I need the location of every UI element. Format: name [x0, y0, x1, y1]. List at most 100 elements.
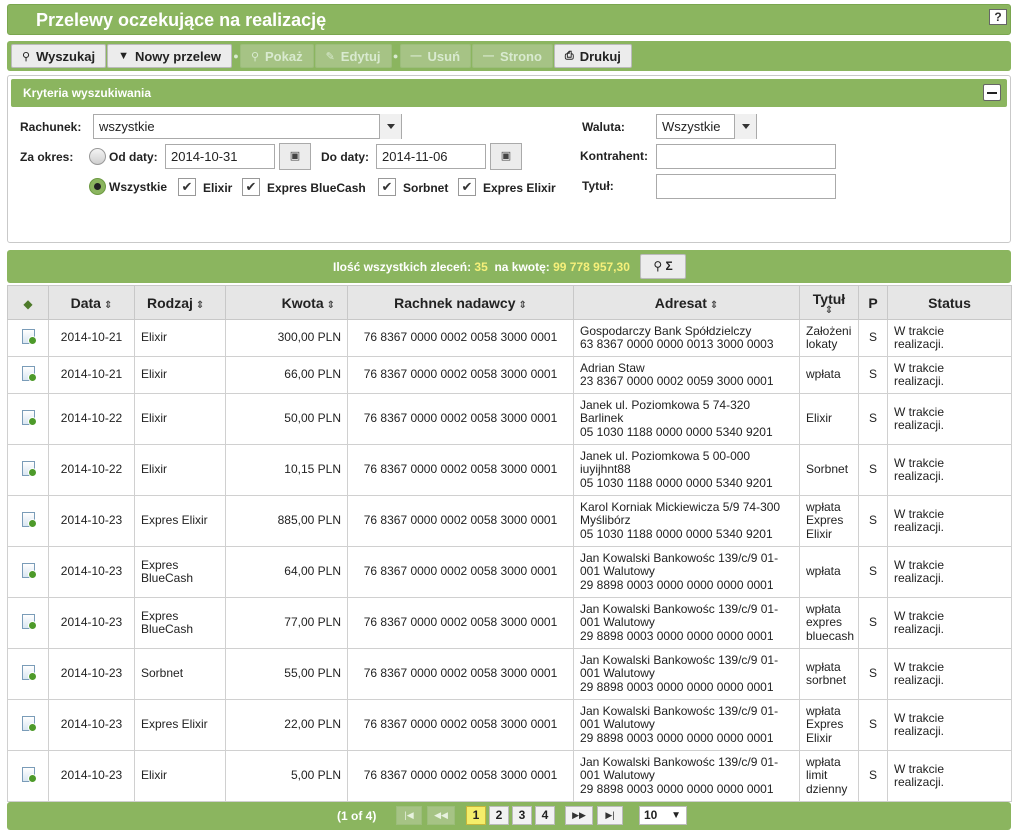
document-icon[interactable] [21, 365, 37, 382]
document-icon[interactable] [21, 664, 37, 681]
document-icon[interactable] [21, 715, 37, 732]
document-icon[interactable] [21, 409, 37, 426]
status-cell-line: realizacji. [894, 374, 945, 388]
row-icon-cell[interactable] [7, 546, 49, 598]
row-icon-cell[interactable] [7, 699, 49, 751]
recipient-cell: Jan Kowalski Bankowośc 139/c/9 01- 001 Wa… [573, 750, 800, 802]
date-cell: 2014-10-23 [48, 750, 135, 802]
row-icon-cell[interactable] [7, 393, 49, 445]
date-cell: 2014-10-22 [48, 444, 135, 496]
row-icon-cell[interactable] [7, 319, 49, 357]
expres-elixir-checkbox[interactable]: ✔ [458, 178, 476, 196]
new-transfer-button[interactable]: ▼ Nowy przelew [107, 44, 232, 68]
delete-button[interactable]: — Usuń [399, 44, 472, 68]
last-page-icon[interactable]: ▶| [597, 806, 623, 825]
table-row[interactable]: 2014-10-23 Expres Elixir 885,00 PLN 76 8367… [7, 495, 1012, 547]
document-icon[interactable] [21, 613, 37, 630]
status-cell-line: realizacji. [894, 673, 945, 687]
title-cell-line: Expres [806, 513, 844, 528]
account-select[interactable]: wszystkie [93, 114, 402, 139]
next-page-icon[interactable]: ▶▶ [565, 806, 593, 825]
document-icon[interactable] [21, 562, 37, 579]
page-1-button[interactable]: 1 [466, 806, 486, 825]
contractor-input[interactable] [656, 144, 836, 169]
elixir-checkbox[interactable]: ✔ [178, 178, 196, 196]
page-4-button[interactable]: 4 [535, 806, 555, 825]
p-cell: S [858, 597, 888, 649]
date-cell: 2014-10-23 [48, 597, 135, 649]
table-row[interactable]: 2014-10-23 Expres Elixir 22,00 PLN 76 8367 … [7, 699, 1012, 751]
tag-column-header[interactable]: ◆ [7, 285, 49, 320]
print-button[interactable]: ⎙ Drukuj [553, 44, 632, 68]
date-column-header[interactable]: Data ⇕ [48, 285, 135, 320]
tag-icon: ◆ [23, 296, 33, 311]
sorbnet-checkbox[interactable]: ✔ [378, 178, 396, 196]
recipient-cell-line: 23 8367 0000 0002 0059 3000 0001 [580, 374, 774, 388]
amount-cell: 22,00 PLN [225, 699, 348, 751]
from-date-input[interactable]: 2014-10-31 [165, 144, 275, 169]
collapse-icon[interactable] [983, 84, 1001, 101]
row-icon-cell[interactable] [7, 750, 49, 802]
recipient-cell-line: 05 1030 1188 0000 0000 5340 9201 [580, 475, 773, 490]
amount-column-header[interactable]: Kwota ⇕ [225, 285, 348, 320]
currency-select[interactable]: Wszystkie [656, 114, 757, 139]
p-cell: S [858, 750, 888, 802]
chevron-down-icon[interactable] [379, 114, 401, 139]
date-range-radio[interactable] [89, 148, 106, 165]
calendar-icon[interactable]: ▣ [490, 143, 522, 170]
table-row[interactable]: 2014-10-21 Elixir 66,00 PLN 76 8367 0000 00… [7, 356, 1012, 394]
document-icon[interactable] [21, 460, 37, 477]
table-row[interactable]: 2014-10-23 Expres BlueCash 64,00 PLN 76 836… [7, 546, 1012, 598]
table-row[interactable]: 2014-10-23 Expres BlueCash 77,00 PLN 76 836… [7, 597, 1012, 649]
row-icon-cell[interactable] [7, 495, 49, 547]
from-date-value: 2014-10-31 [171, 149, 238, 164]
search-icon: ⚲ [22, 50, 31, 63]
recipient-cell-line: 29 8898 0003 0000 0000 0000 0001 [580, 628, 774, 643]
document-icon[interactable] [21, 511, 37, 528]
type-column-header[interactable]: Rodzaj ⇕ [134, 285, 226, 320]
recipient-cell: Jan Kowalski Bankowośc 139/c/9 01- 001 Wa… [573, 699, 800, 751]
table-row[interactable]: 2014-10-22 Elixir 10,15 PLN 76 8367 0000 00… [7, 444, 1012, 496]
status-cell: W trakcie realizacji. [887, 750, 1012, 802]
recipient-cell: Jan Kowalski Bankowośc 139/c/9 01- 001 Wa… [573, 648, 800, 700]
edit-button[interactable]: ✎ Edytuj [314, 44, 392, 68]
page-3-button[interactable]: 3 [512, 806, 532, 825]
from-date-label: Od daty: [109, 150, 158, 164]
reverse-button[interactable]: — Strono [472, 44, 553, 68]
table-row[interactable]: 2014-10-23 Elixir 5,00 PLN 76 8367 0000 000… [7, 750, 1012, 802]
show-button[interactable]: ⚲ Pokaż [239, 44, 314, 68]
row-icon-cell[interactable] [7, 597, 49, 649]
recipient-cell-line: 29 8898 0003 0000 0000 0000 0001 [580, 577, 774, 592]
sender-column-header[interactable]: Rachnek nadawcy ⇕ [347, 285, 574, 320]
first-page-icon[interactable]: |◀ [396, 806, 422, 825]
reverse-button-label: Strono [500, 48, 542, 64]
document-icon[interactable] [21, 766, 37, 783]
title-column-header[interactable]: Tytuł ⇕ [799, 285, 859, 320]
title-input[interactable] [656, 174, 836, 199]
status-cell-line: W trakcie [894, 761, 945, 776]
bluecash-checkbox[interactable]: ✔ [242, 178, 260, 196]
amount-label: na kwotę: [494, 260, 550, 274]
to-date-input[interactable]: 2014-11-06 [376, 144, 486, 169]
table-row[interactable]: 2014-10-23 Sorbnet 55,00 PLN 76 8367 0000 0… [7, 648, 1012, 700]
page-2-button[interactable]: 2 [489, 806, 509, 825]
row-icon-cell[interactable] [7, 356, 49, 394]
type-cell: Elixir [134, 319, 226, 357]
row-icon-cell[interactable] [7, 648, 49, 700]
page-size-select[interactable]: 10 ▼ [639, 806, 687, 825]
document-icon[interactable] [21, 328, 37, 345]
help-button[interactable]: ? [989, 9, 1007, 25]
chevron-down-icon[interactable] [734, 114, 756, 139]
recipient-column-header[interactable]: Adresat ⇕ [573, 285, 800, 320]
all-dates-radio[interactable] [89, 178, 106, 195]
search-button[interactable]: ⚲ Wyszukaj [11, 44, 107, 68]
table-row[interactable]: 2014-10-22 Elixir 50,00 PLN 76 8367 0000 00… [7, 393, 1012, 445]
prev-page-icon[interactable]: ◀◀ [427, 806, 455, 825]
row-icon-cell[interactable] [7, 444, 49, 496]
sum-button[interactable]: ⚲ Σ [640, 254, 686, 279]
calendar-icon[interactable]: ▣ [279, 143, 311, 170]
type-cell: Expres Elixir [134, 495, 226, 547]
title-cell: Sorbnet [799, 444, 859, 496]
title-cell: Elixir [799, 393, 859, 445]
table-row[interactable]: 2014-10-21 Elixir 300,00 PLN 76 8367 0000 0… [7, 319, 1012, 357]
